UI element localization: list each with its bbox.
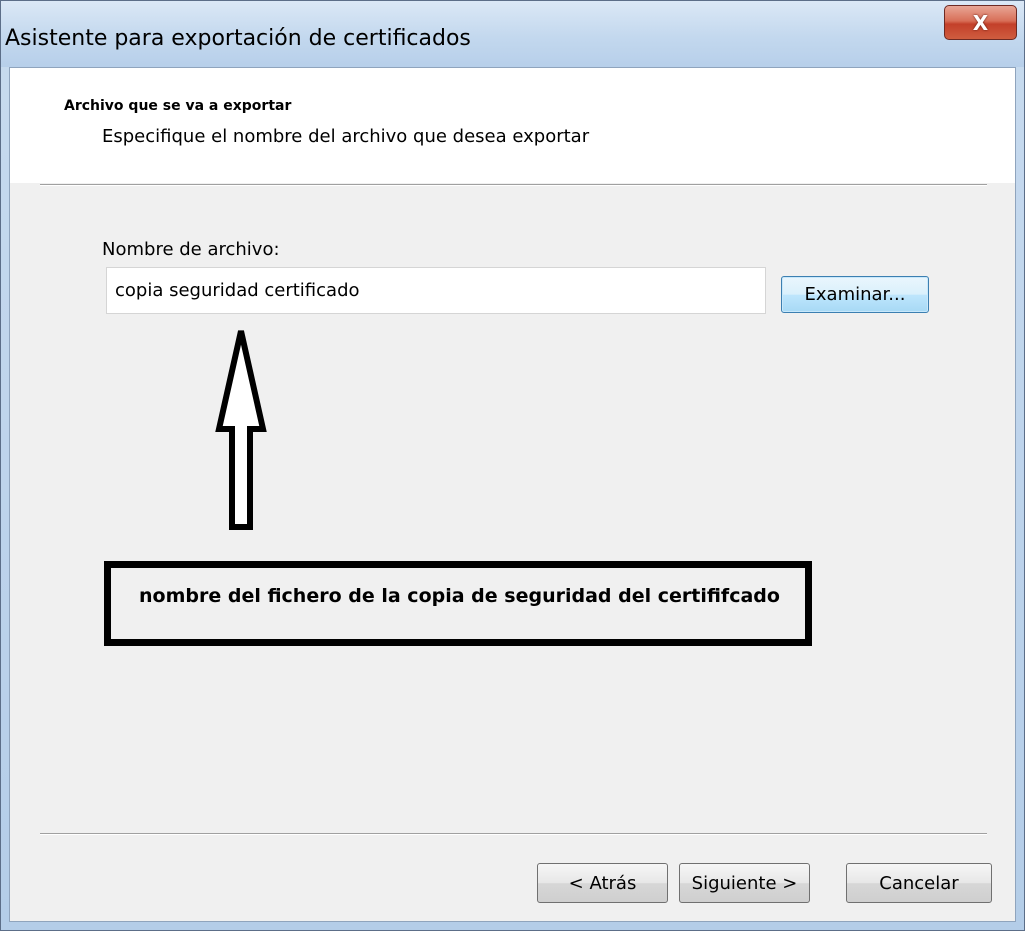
filename-input[interactable] bbox=[106, 267, 766, 314]
window-title: Asistente para exportación de certificad… bbox=[5, 26, 471, 51]
wizard-header: Archivo que se va a exportar Especifique… bbox=[10, 68, 1015, 183]
header-divider bbox=[40, 184, 987, 186]
page-subtitle: Especifique el nombre del archivo que de… bbox=[102, 126, 590, 147]
certificate-export-wizard-window: Asistente para exportación de certificad… bbox=[0, 0, 1025, 931]
back-button[interactable]: < Atrás bbox=[537, 863, 668, 903]
annotation-callout: nombre del fichero de la copia de seguri… bbox=[104, 561, 812, 646]
page-title: Archivo que se va a exportar bbox=[64, 98, 292, 114]
close-icon: X bbox=[972, 10, 989, 35]
annotation-text: nombre del fichero de la copia de seguri… bbox=[139, 585, 780, 607]
close-button[interactable]: X bbox=[944, 5, 1017, 40]
title-bar[interactable]: Asistente para exportación de certificad… bbox=[1, 1, 1024, 67]
wizard-body: Archivo que se va a exportar Especifique… bbox=[9, 67, 1016, 922]
cancel-button[interactable]: Cancelar bbox=[846, 863, 992, 903]
browse-button[interactable]: Examinar... bbox=[781, 276, 929, 313]
up-arrow-icon bbox=[215, 330, 267, 530]
next-button[interactable]: Siguiente > bbox=[679, 863, 810, 903]
filename-label: Nombre de archivo: bbox=[102, 239, 280, 260]
footer-divider bbox=[40, 833, 987, 835]
